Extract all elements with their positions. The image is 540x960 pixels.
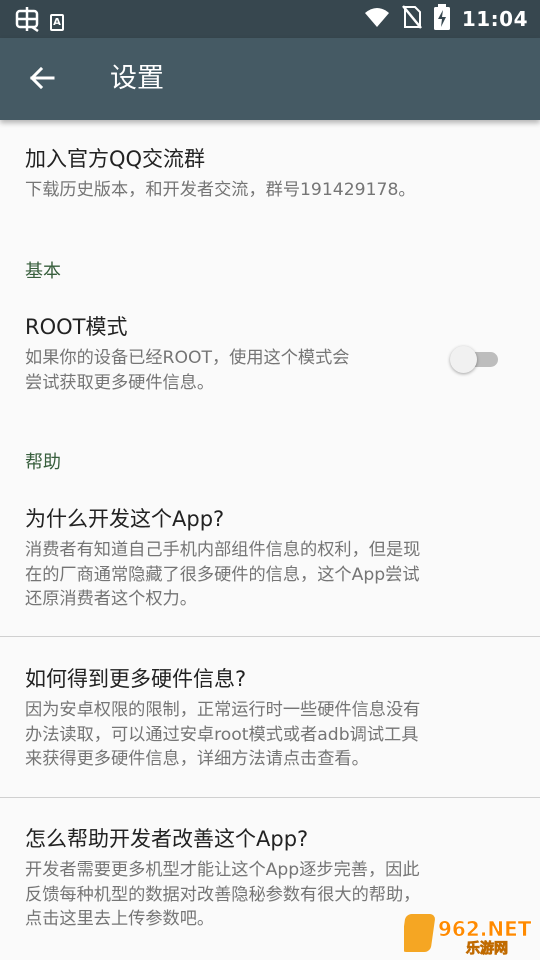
wifi-icon [364, 6, 390, 32]
pref-qq-group[interactable]: 加入官方QQ交流群 下载历史版本，和开发者交流，群号191429178。 [0, 144, 540, 203]
watermark-bottom-text: 乐游网 [466, 940, 508, 956]
root-mode-switch[interactable] [450, 344, 500, 374]
divider [0, 797, 540, 798]
divider [0, 636, 540, 637]
pref-summary: 消费者有知道自己手机内部组件信息的权利，但是现 在的厂商通常隐藏了很多硬件的信息… [25, 538, 512, 612]
summary-line: 在的厂商通常隐藏了很多硬件的信息，这个App尝试 [25, 564, 420, 585]
a-notification-icon: A [50, 14, 64, 31]
pref-more-info[interactable]: 如何得到更多硬件信息? 因为安卓权限的限制，正常运行时一些硬件信息没有 办法读取… [0, 664, 540, 772]
pref-summary: 因为安卓权限的限制，正常运行时一些硬件信息没有 办法读取，可以通过安卓root模… [25, 698, 512, 772]
summary-line: 反馈每种机型的数据对改善隐秘参数有很大的帮助， [25, 884, 421, 905]
page-title: 设置 [110, 63, 164, 94]
status-bar-left: A [14, 6, 64, 39]
category-help: 帮助 [25, 452, 61, 473]
pref-title: 怎么帮助开发者改善这个App? [25, 827, 309, 851]
summary-line: 开发者需要更多机型才能让这个App逐步完善，因此 [25, 860, 420, 880]
switch-thumb [450, 346, 477, 373]
pref-why-develop[interactable]: 为什么开发这个App? 消费者有知道自己手机内部组件信息的权利，但是现 在的厂商… [0, 504, 540, 612]
pref-summary: 下载历史版本，和开发者交流，群号191429178。 [25, 180, 416, 200]
summary-line: 如果你的设备已经ROOT，使用这个模式会 [25, 348, 350, 368]
pref-title: 为什么开发这个App? [25, 507, 225, 531]
status-bar-right: 11:04 [364, 4, 528, 34]
category-basic: 基本 [25, 261, 61, 282]
clock: 11:04 [461, 7, 528, 31]
summary-line: 办法读取，可以通过安卓root模式或者adb调试工具 [25, 724, 419, 745]
pref-title: ROOT模式 [25, 315, 128, 339]
no-sim-icon [401, 5, 422, 33]
summary-line: 尝试获取更多硬件信息。 [25, 372, 215, 393]
summary-line: 消费者有知道自己手机内部组件信息的权利，但是现 [25, 540, 421, 560]
summary-line: 还原消费者这个权力。 [25, 589, 197, 609]
arrow-left-icon [29, 66, 55, 94]
bug-icon [14, 6, 40, 39]
app-bar: 设置 [0, 38, 540, 120]
pref-title: 加入官方QQ交流群 [25, 147, 206, 171]
summary-line: 来获得更多硬件信息，详细方法请点击查看。 [25, 749, 369, 769]
pref-title: 如何得到更多硬件信息? [25, 667, 247, 691]
battery-charging-icon [433, 4, 450, 34]
pref-summary: 如果你的设备已经ROOT，使用这个模式会 尝试获取更多硬件信息。 [25, 346, 430, 395]
summary-line: 因为安卓权限的限制，正常运行时一些硬件信息没有 [25, 700, 421, 720]
back-button[interactable] [22, 60, 62, 100]
watermark-logo: 962.NET 乐游网 [404, 912, 534, 956]
status-bar: A 11:04 [0, 0, 540, 38]
watermark-top-text: 962.NET [438, 917, 532, 941]
